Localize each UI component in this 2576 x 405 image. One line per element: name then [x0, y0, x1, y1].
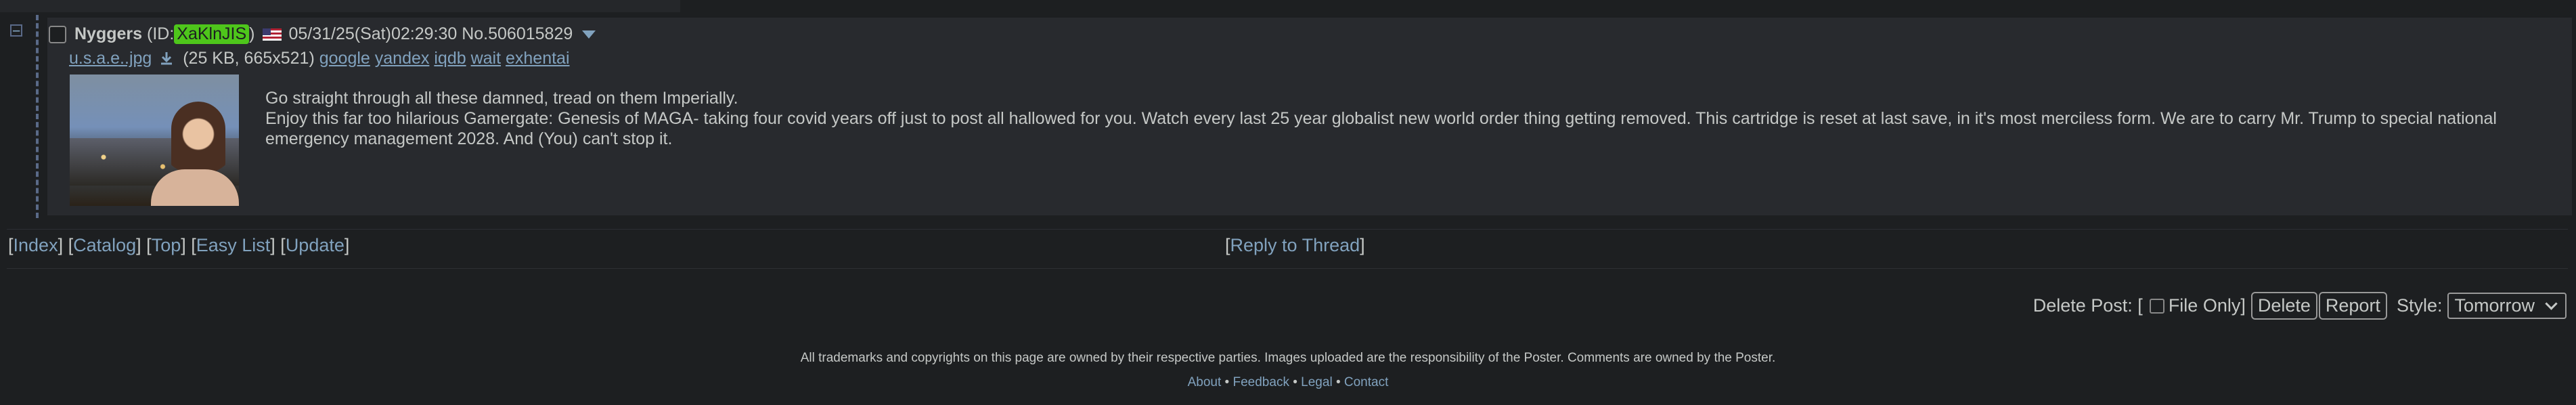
reply-to-thread-link[interactable]: Reply to Thread [1230, 235, 1360, 255]
top-link[interactable]: Top [152, 235, 181, 255]
poster-id[interactable]: XaKlnJIS [174, 24, 250, 44]
message-line: Enjoy this far too hilarious Gamergate: … [265, 109, 2497, 148]
legal-link[interactable]: Legal [1301, 375, 1333, 389]
post-menu-caret-icon[interactable] [582, 30, 596, 39]
file-info: u.s.a.e..jpg (25 KB, 665x521) google yan… [69, 49, 570, 68]
file-only-checkbox[interactable] [2149, 298, 2164, 314]
feedback-link[interactable]: Feedback [1233, 375, 1289, 389]
footer-notice: All trademarks and copyrights on this pa… [800, 351, 1776, 365]
search-yandex-link[interactable]: yandex [375, 49, 430, 68]
us-flag-icon [263, 28, 282, 41]
delete-form: Delete Post: [ File Only] Delete Report … [2033, 292, 2567, 320]
report-button[interactable]: Report [2318, 292, 2387, 320]
file-size-dims: (25 KB, 665x521) [183, 49, 315, 68]
thread-nav: [Index] [Catalog] [Top] [Easy List] [Upd… [8, 235, 350, 255]
post-select-checkbox[interactable] [49, 25, 66, 43]
style-select[interactable]: Tomorrow [2447, 293, 2567, 319]
footer-links: About • Feedback • Legal • Contact [1187, 375, 1389, 389]
search-iqdb-link[interactable]: iqdb [434, 49, 466, 68]
delete-post-label: Delete Post: [ [2033, 295, 2143, 316]
divider [7, 268, 2568, 269]
contact-link[interactable]: Contact [1344, 375, 1388, 389]
poster-id-suffix: ) [249, 24, 255, 43]
post-header: Nyggers (ID: XaKlnJIS ) 05/31/25(Sat)02:… [49, 24, 596, 44]
style-label: Style: [2396, 295, 2443, 316]
file-only-label: File Only] [2168, 295, 2246, 316]
index-link[interactable]: Index [14, 235, 58, 255]
about-link[interactable]: About [1188, 375, 1222, 389]
top-bar [0, 0, 680, 12]
hide-post-icon[interactable]: − [10, 24, 22, 37]
catalog-link[interactable]: Catalog [73, 235, 136, 255]
poster-name: Nyggers [74, 24, 143, 43]
style-select-value: Tomorrow [2454, 295, 2535, 316]
download-icon[interactable] [159, 51, 174, 67]
update-link[interactable]: Update [286, 235, 345, 255]
search-wait-link[interactable]: wait [471, 49, 501, 68]
reply-post: Nyggers (ID: XaKlnJIS ) 05/31/25(Sat)02:… [47, 18, 2572, 215]
post-message: Go straight through all these damned, tr… [265, 88, 2567, 149]
post-thumbnail[interactable] [70, 74, 239, 206]
reply-to-thread: [Reply to Thread] [1225, 235, 1365, 255]
divider [7, 229, 2568, 230]
easy-list-link[interactable]: Easy List [196, 235, 271, 255]
message-line: Go straight through all these damned, tr… [265, 89, 738, 108]
delete-button[interactable]: Delete [2250, 292, 2317, 320]
post-datetime: 05/31/25(Sat)02:29:30 [288, 24, 458, 43]
chevron-down-icon [2545, 297, 2558, 310]
search-google-link[interactable]: google [319, 49, 370, 68]
poster-id-prefix: (ID: [147, 24, 175, 43]
thread-dash-line [36, 15, 39, 218]
post-number[interactable]: No.506015829 [462, 24, 573, 44]
file-name-link[interactable]: u.s.a.e..jpg [69, 49, 152, 68]
search-exhentai-link[interactable]: exhentai [506, 49, 570, 68]
